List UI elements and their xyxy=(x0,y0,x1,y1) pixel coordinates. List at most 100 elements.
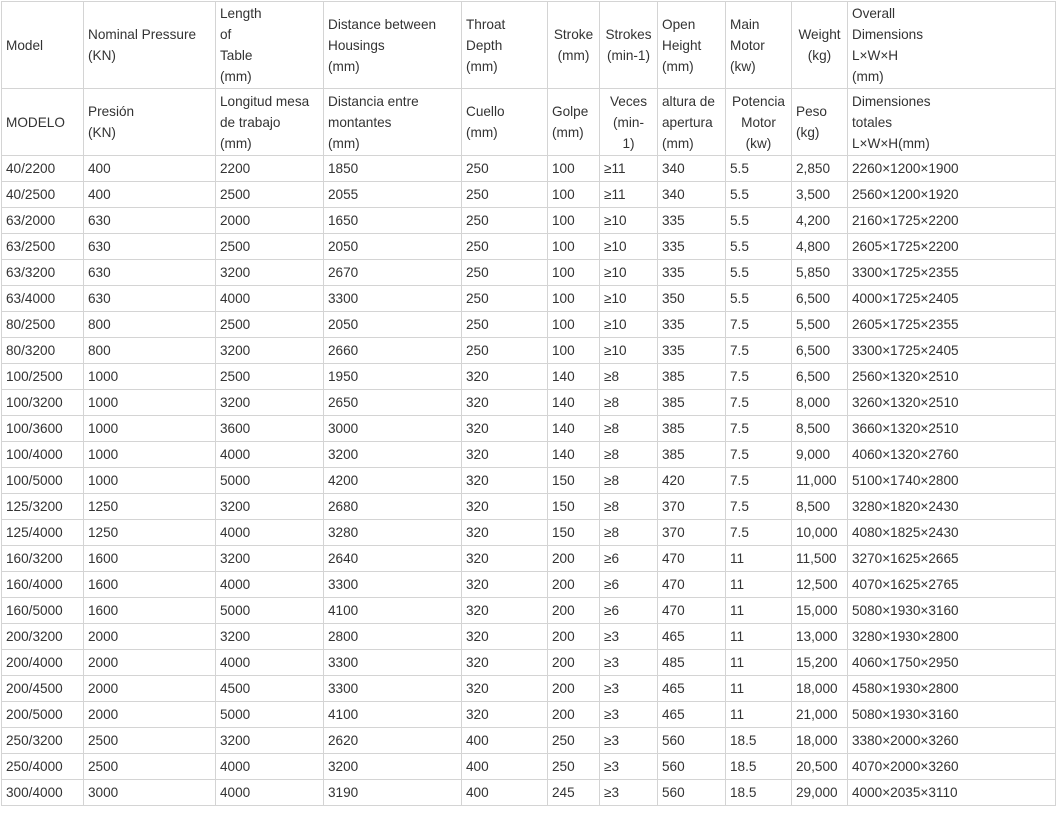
cell-table-length: 5000 xyxy=(215,597,324,624)
table-row: 80/2500 800 2500 2050 250 100 ≥10 335 7.5 5,500 26… xyxy=(1,311,1056,338)
cell-nominal-pressure: 2500 xyxy=(83,753,216,780)
cell-strokes-per-min: ≥8 xyxy=(599,415,658,442)
header-overall-dimensions-es: Dimensiones totales L×W×H(mm) xyxy=(847,88,1056,156)
cell-strokes-per-min: ≥10 xyxy=(599,259,658,286)
cell-model: 100/3600 xyxy=(1,415,84,442)
cell-stroke: 100 xyxy=(547,259,600,286)
header-table-length-en: Length of Table (mm) xyxy=(215,1,324,89)
cell-strokes-per-min: ≥3 xyxy=(599,779,658,806)
cell-table-length: 3200 xyxy=(215,623,324,650)
header-line: (mm) xyxy=(328,135,360,151)
cell-throat-depth: 320 xyxy=(461,701,548,728)
cell-model: 160/3200 xyxy=(1,545,84,572)
header-line: (KN) xyxy=(88,48,116,63)
cell-open-height: 465 xyxy=(657,701,726,728)
cell-strokes-per-min: ≥3 xyxy=(599,727,658,754)
cell-throat-depth: 250 xyxy=(461,181,548,208)
cell-table-length: 2500 xyxy=(215,311,324,338)
cell-strokes-per-min: ≥10 xyxy=(599,207,658,234)
cell-main-motor: 11 xyxy=(725,597,792,624)
header-line: Dimensions xyxy=(852,27,924,42)
cell-stroke: 200 xyxy=(547,675,600,702)
header-line: apertura xyxy=(662,114,713,130)
cell-open-height: 385 xyxy=(657,363,726,390)
cell-weight: 5,500 xyxy=(791,311,848,338)
header-line: Cuello xyxy=(466,104,505,119)
table-row: 40/2500 400 2500 2055 250 100 ≥11 340 5.5 3,500 25… xyxy=(1,181,1056,208)
cell-throat-depth: 400 xyxy=(461,727,548,754)
cell-table-length: 4500 xyxy=(215,675,324,702)
cell-table-length: 3200 xyxy=(215,727,324,754)
cell-throat-depth: 250 xyxy=(461,259,548,286)
cell-strokes-per-min: ≥10 xyxy=(599,337,658,364)
cell-overall-dimensions: 3300×1725×2355 xyxy=(847,259,1056,286)
cell-throat-depth: 250 xyxy=(461,311,548,338)
cell-throat-depth: 320 xyxy=(461,415,548,442)
cell-stroke: 100 xyxy=(547,155,600,182)
table-row: 250/3200 2500 3200 2620 400 250 ≥3 560 18.5 18,00… xyxy=(1,727,1056,754)
cell-nominal-pressure: 1000 xyxy=(83,415,216,442)
cell-nominal-pressure: 1600 xyxy=(83,571,216,598)
cell-nominal-pressure: 630 xyxy=(83,285,216,312)
cell-open-height: 560 xyxy=(657,779,726,806)
header-line: Model xyxy=(6,37,44,53)
cell-model: 125/3200 xyxy=(1,493,84,520)
header-line: Motor xyxy=(730,37,765,53)
header-line: Weight xyxy=(798,27,841,42)
cell-main-motor: 7.5 xyxy=(725,493,792,520)
header-stroke-en: Stroke (mm) xyxy=(547,1,600,89)
table-row: 80/3200 800 3200 2660 250 100 ≥10 335 7.5 6,500 33… xyxy=(1,337,1056,364)
cell-weight: 11,000 xyxy=(791,467,848,494)
cell-table-length: 3200 xyxy=(215,493,324,520)
cell-open-height: 465 xyxy=(657,623,726,650)
cell-open-height: 465 xyxy=(657,675,726,702)
cell-overall-dimensions: 3280×1930×2800 xyxy=(847,623,1056,650)
cell-weight: 4,200 xyxy=(791,207,848,234)
cell-housing-distance: 3300 xyxy=(323,285,462,312)
cell-main-motor: 18.5 xyxy=(725,727,792,754)
cell-throat-depth: 400 xyxy=(461,779,548,806)
table-row: 100/3200 1000 3200 2650 320 140 ≥8 385 7.5 8,000 3… xyxy=(1,389,1056,416)
cell-housing-distance: 2050 xyxy=(323,233,462,260)
cell-open-height: 385 xyxy=(657,415,726,442)
cell-main-motor: 11 xyxy=(725,675,792,702)
header-throat-depth-es: Cuello (mm) xyxy=(461,88,548,156)
cell-open-height: 470 xyxy=(657,545,726,572)
cell-throat-depth: 250 xyxy=(461,285,548,312)
cell-stroke: 100 xyxy=(547,285,600,312)
header-line: Motor xyxy=(741,114,776,130)
cell-overall-dimensions: 4000×2035×3110 xyxy=(847,779,1056,806)
cell-model: 125/4000 xyxy=(1,519,84,546)
cell-main-motor: 7.5 xyxy=(725,467,792,494)
cell-strokes-per-min: ≥10 xyxy=(599,233,658,260)
table-row: 250/4000 2500 4000 3200 400 250 ≥3 560 18.5 20,50… xyxy=(1,753,1056,780)
cell-stroke: 200 xyxy=(547,623,600,650)
table-row: 200/5000 2000 5000 4100 320 200 ≥3 465 11 21,000 5… xyxy=(1,701,1056,728)
header-line: (mm) xyxy=(557,48,590,63)
header-throat-depth-en: Throat Depth (mm) xyxy=(461,1,548,89)
header-line: (kw) xyxy=(745,135,772,151)
cell-stroke: 100 xyxy=(547,233,600,260)
cell-weight: 8,000 xyxy=(791,389,848,416)
cell-main-motor: 7.5 xyxy=(725,311,792,338)
header-row-spanish: MODELO Presión (KN) Longitud mesa de trabajo… xyxy=(1,88,1056,156)
cell-strokes-per-min: ≥3 xyxy=(599,649,658,676)
cell-nominal-pressure: 2000 xyxy=(83,675,216,702)
cell-housing-distance: 3000 xyxy=(323,415,462,442)
header-line: (mm) xyxy=(552,125,584,140)
header-housing-distance-es: Distancia entre montantes (mm) xyxy=(323,88,462,156)
cell-throat-depth: 250 xyxy=(461,233,548,260)
cell-throat-depth: 320 xyxy=(461,389,548,416)
cell-stroke: 140 xyxy=(547,415,600,442)
cell-weight: 13,000 xyxy=(791,623,848,650)
cell-housing-distance: 2800 xyxy=(323,623,462,650)
cell-overall-dimensions: 4000×1725×2405 xyxy=(847,285,1056,312)
header-line: montantes xyxy=(328,114,392,130)
cell-model: 63/2000 xyxy=(1,207,84,234)
cell-throat-depth: 320 xyxy=(461,649,548,676)
header-strokes-per-min-en: Strokes (min-1) xyxy=(599,1,658,89)
cell-strokes-per-min: ≥8 xyxy=(599,441,658,468)
cell-housing-distance: 2640 xyxy=(323,545,462,572)
cell-weight: 6,500 xyxy=(791,285,848,312)
cell-overall-dimensions: 3270×1625×2665 xyxy=(847,545,1056,572)
